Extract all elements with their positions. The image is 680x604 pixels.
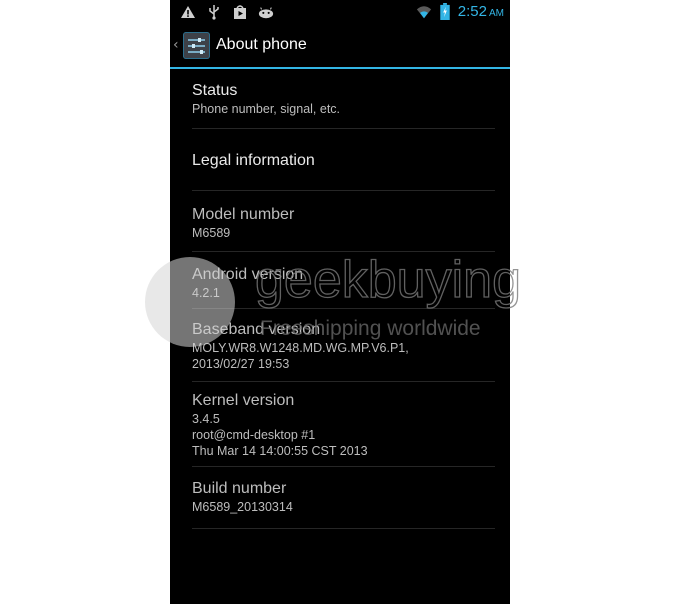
item-value-line: 2013/02/27 19:53 — [192, 357, 290, 371]
item-title: Kernel version — [192, 392, 295, 409]
item-value: 4.2.1 — [192, 286, 220, 300]
list-item-status[interactable]: Status Phone number, signal, etc. — [192, 69, 495, 129]
list-item-android-version[interactable]: Android version 4.2.1 — [192, 252, 495, 309]
item-summary: Phone number, signal, etc. — [192, 102, 341, 116]
warning-icon — [181, 6, 195, 18]
page-title: About phone — [216, 36, 307, 53]
phone-screen: 2:52 AM ‹ About phone Status Phone number… — [170, 0, 510, 604]
item-value-line: Thu Mar 14 14:00:55 CST 2013 — [192, 444, 368, 458]
action-bar: ‹ About phone — [170, 25, 510, 69]
list-item-model-number: Model number M6589 — [192, 191, 495, 252]
clock: 2:52 AM — [457, 3, 504, 20]
item-title: Model number — [192, 206, 295, 223]
item-value-line: root@cmd-desktop #1 — [192, 428, 316, 442]
item-value-line: 3.4.5 — [192, 412, 220, 426]
list-item-kernel-version: Kernel version 3.4.5 root@cmd-desktop #1… — [192, 382, 495, 467]
item-value-line: MOLY.WR8.W1248.MD.WG.MP.V6.P1, — [192, 341, 409, 355]
settings-list: Status Phone number, signal, etc. Legal … — [170, 69, 510, 529]
list-item-legal-information[interactable]: Legal information — [192, 129, 495, 191]
wifi-icon — [416, 5, 431, 18]
back-chevron-icon[interactable]: ‹ — [173, 37, 179, 53]
item-title: Build number — [192, 480, 287, 497]
item-value: M6589 — [192, 226, 231, 240]
play-store-icon — [234, 5, 246, 19]
item-title: Legal information — [192, 152, 315, 169]
android-debug-icon — [258, 7, 274, 19]
item-title: Baseband version — [192, 321, 321, 338]
item-title: Status — [192, 82, 238, 99]
item-value: M6589_20130314 — [192, 500, 293, 514]
settings-app-icon[interactable] — [183, 32, 210, 59]
status-bar: 2:52 AM — [170, 0, 510, 25]
battery-charging-icon — [440, 3, 450, 20]
usb-icon — [209, 5, 219, 20]
list-item-baseband-version: Baseband version MOLY.WR8.W1248.MD.WG.MP… — [192, 309, 495, 382]
item-title: Android version — [192, 266, 304, 283]
list-item-build-number: Build number M6589_20130314 — [192, 467, 495, 529]
